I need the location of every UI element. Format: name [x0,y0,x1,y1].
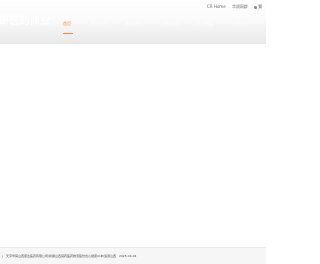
nav-item-news[interactable]: 新闻资讯 [126,22,142,26]
nav-item-responsibility[interactable]: 企业责任 [233,22,249,26]
top-link-label: 繁 [258,4,263,9]
main-nav: 首页 关于我们 新闻资讯 主营业务 人才发展 企业责任 [0,22,266,34]
top-link-network[interactable]: 华润网群 [232,5,248,9]
top-links: CR Home 华润网群 繁 [207,5,266,9]
top-link-label: CR Home [207,4,226,9]
footer-date: 2025-04-04 [118,254,137,258]
header: 研医药商业 CR Home 华润网群 繁 首页 关于我们 新闻资讯 主营业务 人… [0,0,266,44]
nav-active-indicator [63,33,73,34]
top-link-language[interactable]: 繁 [254,5,262,9]
nav-item-about[interactable]: 关于我们 [91,22,107,26]
footer-copyright: 天宇华润山西康达医药有限公司/新疆山西润药医药物流股份合心健康/0冲/渡源山西 [6,254,116,258]
top-link-label: 华润网群 [231,4,248,9]
nav-item-home[interactable]: 首页 [63,22,71,26]
footer-separator: | [2,254,4,258]
top-link-cr-home[interactable]: CR Home [207,5,226,9]
nav-item-talent[interactable]: 人才发展 [197,22,213,26]
page: 研医药商业 CR Home 华润网群 繁 首页 关于我们 新闻资讯 主营业务 人… [0,0,266,264]
footer-text: | 天宇华润山西康达医药有限公司/新疆山西润药医药物流股份合心健康/0冲/渡源山西… [2,255,136,258]
nav-item-business[interactable]: 主营业务 [162,22,178,26]
footer: | 天宇华润山西康达医药有限公司/新疆山西润药医药物流股份合心健康/0冲/渡源山西… [0,248,266,264]
language-icon [254,5,258,9]
